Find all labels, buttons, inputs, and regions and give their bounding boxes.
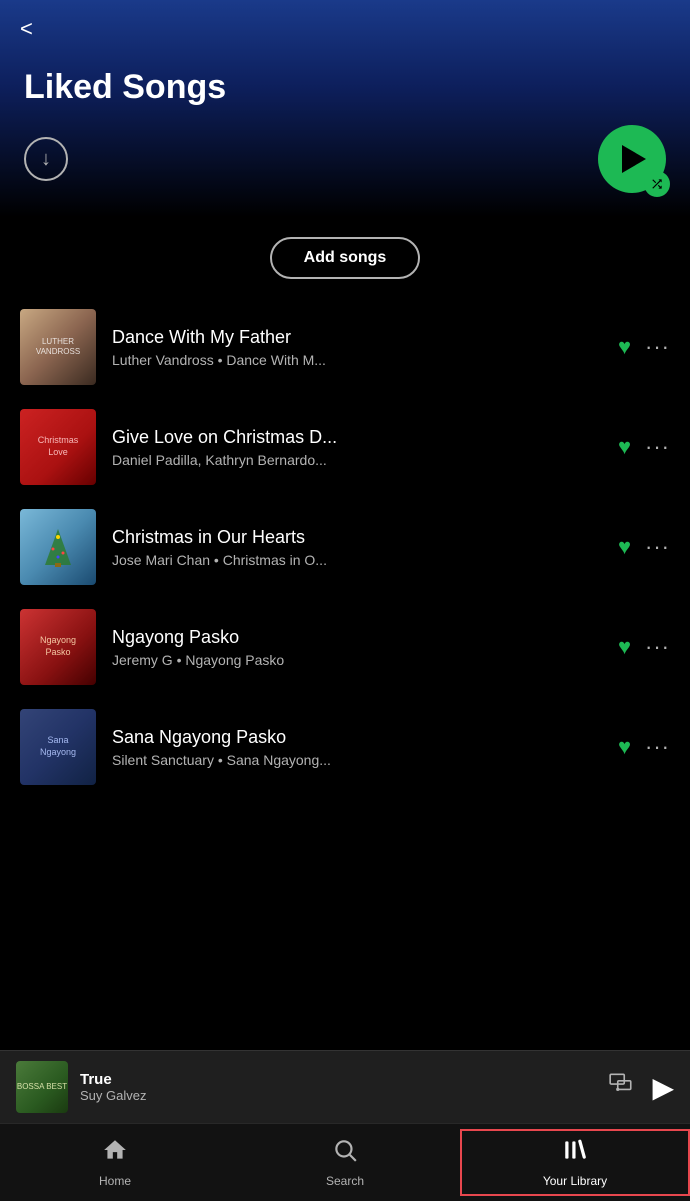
nav-item-home[interactable]: Home: [0, 1129, 230, 1196]
back-button[interactable]: <: [20, 16, 33, 42]
now-playing-title: True: [80, 1071, 608, 1088]
bottom-nav: Home Search Your Library: [0, 1123, 690, 1201]
now-playing-art: BOSSA BEST: [16, 1061, 68, 1113]
list-item[interactable]: NgayongPasko Ngayong Pasko Jeremy G • Ng…: [0, 597, 690, 697]
song-art: NgayongPasko: [20, 609, 96, 685]
song-art: [20, 509, 96, 585]
now-playing-bar[interactable]: BOSSA BEST True Suy Galvez ▶: [0, 1050, 690, 1123]
song-actions: ♥ ···: [618, 534, 670, 560]
liked-icon[interactable]: ♥: [618, 334, 631, 360]
liked-icon[interactable]: ♥: [618, 434, 631, 460]
song-meta: Luther Vandross • Dance With M...: [112, 352, 608, 368]
song-info: Dance With My Father Luther Vandross • D…: [112, 327, 608, 368]
shuffle-icon: [644, 171, 670, 197]
liked-icon[interactable]: ♥: [618, 634, 631, 660]
list-item[interactable]: LUTHERVANDROSS Dance With My Father Luth…: [0, 297, 690, 397]
song-meta: Jose Mari Chan • Christmas in O...: [112, 552, 608, 568]
song-title: Sana Ngayong Pasko: [112, 727, 608, 748]
list-item[interactable]: ChristmasLove Give Love on Christmas D..…: [0, 397, 690, 497]
now-playing-play-button[interactable]: ▶: [652, 1071, 674, 1104]
liked-icon[interactable]: ♥: [618, 734, 631, 760]
more-options-icon[interactable]: ···: [645, 434, 670, 460]
now-playing-controls: ▶: [608, 1071, 674, 1104]
song-art: LUTHERVANDROSS: [20, 309, 96, 385]
song-actions: ♥ ···: [618, 434, 670, 460]
song-actions: ♥ ···: [618, 734, 670, 760]
add-songs-section: Add songs: [0, 217, 690, 289]
song-art: SanaNgayong: [20, 709, 96, 785]
song-title: Dance With My Father: [112, 327, 608, 348]
library-icon: [562, 1137, 588, 1170]
song-meta: Silent Sanctuary • Sana Ngayong...: [112, 752, 608, 768]
download-button[interactable]: ↓: [24, 137, 68, 181]
play-shuffle-group: [598, 125, 666, 193]
nav-item-library[interactable]: Your Library: [460, 1129, 690, 1196]
device-connect-icon[interactable]: [608, 1071, 634, 1103]
song-title: Ngayong Pasko: [112, 627, 608, 648]
home-icon: [102, 1137, 128, 1170]
song-title: Give Love on Christmas D...: [112, 427, 608, 448]
download-icon: ↓: [41, 148, 51, 171]
nav-library-label: Your Library: [543, 1174, 607, 1188]
search-icon: [332, 1137, 358, 1170]
more-options-icon[interactable]: ···: [645, 534, 670, 560]
now-playing-artist: Suy Galvez: [80, 1088, 608, 1103]
song-list: LUTHERVANDROSS Dance With My Father Luth…: [0, 289, 690, 805]
play-icon: [622, 145, 646, 173]
song-actions: ♥ ···: [618, 334, 670, 360]
tree-svg: [43, 527, 73, 567]
header: < Liked Songs ↓: [0, 0, 690, 217]
song-info: Sana Ngayong Pasko Silent Sanctuary • Sa…: [112, 727, 608, 768]
add-songs-button[interactable]: Add songs: [270, 237, 421, 279]
song-art: ChristmasLove: [20, 409, 96, 485]
page-title: Liked Songs: [24, 68, 666, 107]
song-actions: ♥ ···: [618, 634, 670, 660]
header-controls: ↓: [24, 125, 666, 193]
more-options-icon[interactable]: ···: [645, 634, 670, 660]
song-info: Ngayong Pasko Jeremy G • Ngayong Pasko: [112, 627, 608, 668]
more-options-icon[interactable]: ···: [645, 334, 670, 360]
now-playing-art-label: BOSSA BEST: [17, 1082, 67, 1092]
nav-search-label: Search: [326, 1174, 364, 1188]
more-options-icon[interactable]: ···: [645, 734, 670, 760]
song-info: Give Love on Christmas D... Daniel Padil…: [112, 427, 608, 468]
nav-item-search[interactable]: Search: [230, 1129, 460, 1196]
song-meta: Jeremy G • Ngayong Pasko: [112, 652, 608, 668]
now-playing-info: True Suy Galvez: [80, 1071, 608, 1103]
liked-icon[interactable]: ♥: [618, 534, 631, 560]
song-title: Christmas in Our Hearts: [112, 527, 608, 548]
nav-home-label: Home: [99, 1174, 131, 1188]
song-info: Christmas in Our Hearts Jose Mari Chan •…: [112, 527, 608, 568]
song-meta: Daniel Padilla, Kathryn Bernardo...: [112, 452, 608, 468]
list-item[interactable]: Christmas in Our Hearts Jose Mari Chan •…: [0, 497, 690, 597]
list-item[interactable]: SanaNgayong Sana Ngayong Pasko Silent Sa…: [0, 697, 690, 797]
